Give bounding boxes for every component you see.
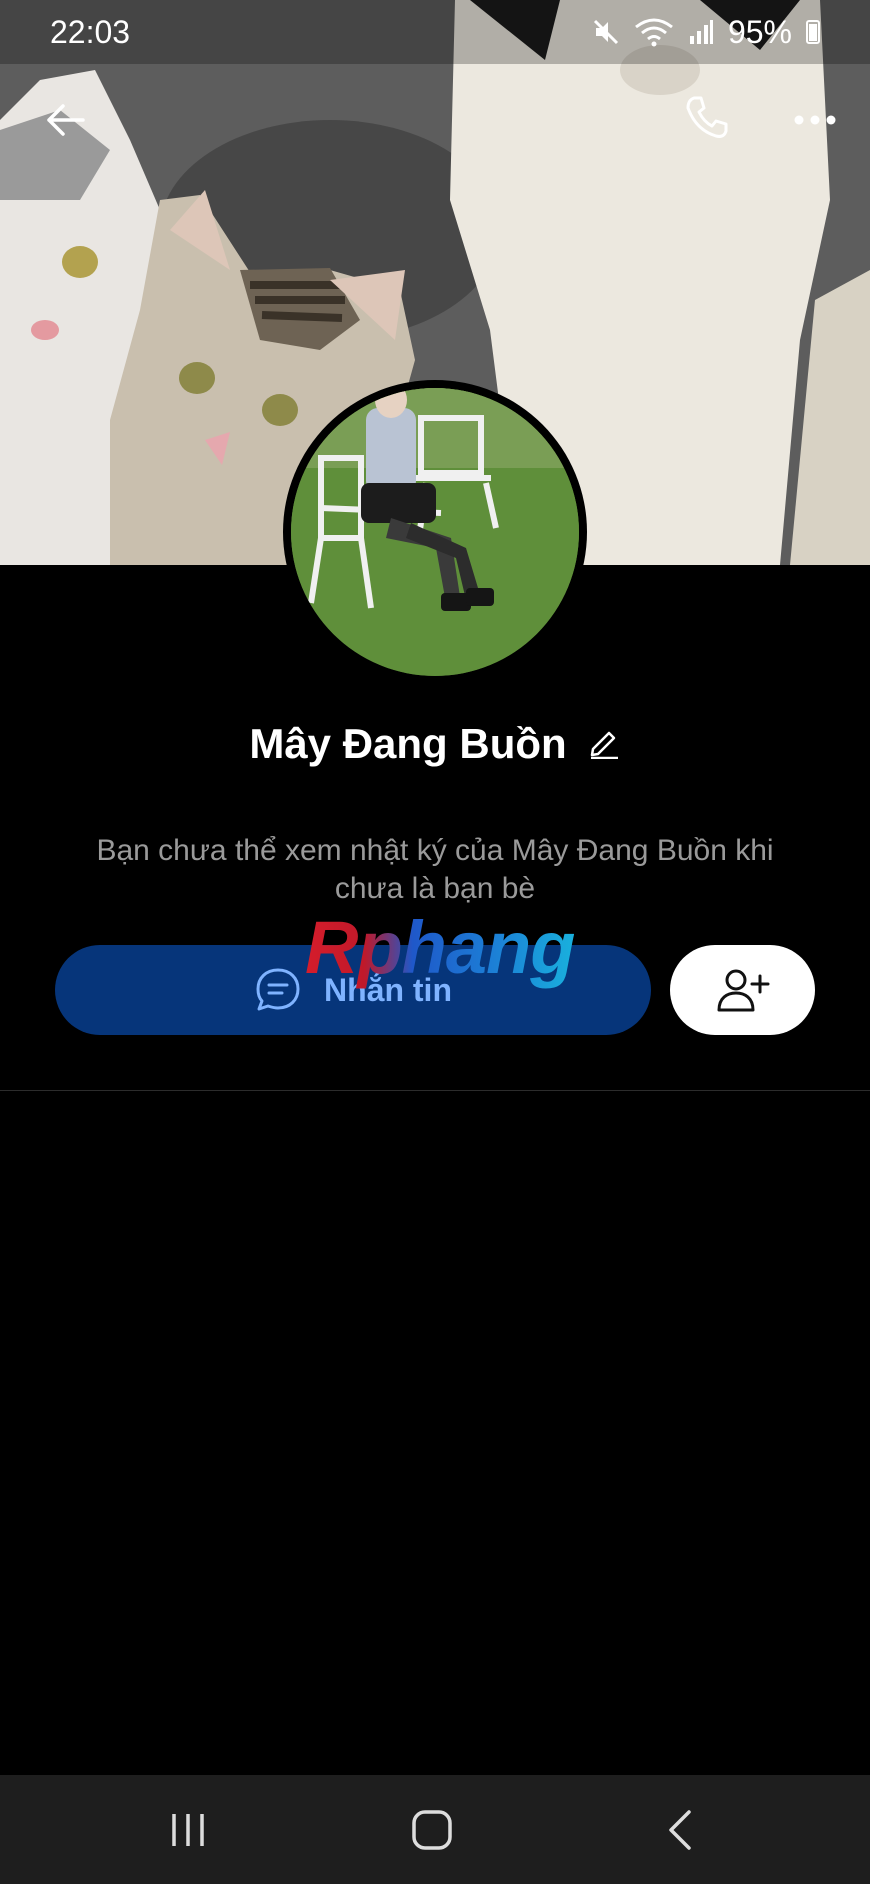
home-button[interactable] xyxy=(392,1775,472,1884)
system-nav-bar xyxy=(0,1775,870,1884)
recents-icon xyxy=(171,1813,204,1846)
chat-bubble-icon xyxy=(256,968,300,1011)
home-icon xyxy=(412,1809,452,1850)
add-user-icon xyxy=(717,969,769,1012)
section-divider xyxy=(0,1090,870,1091)
privacy-notice: Bạn chưa thể xem nhật ký của Mây Đang Bu… xyxy=(96,834,774,905)
status-icons: 95% xyxy=(592,14,820,51)
edit-name-button[interactable] xyxy=(587,725,621,764)
profile-name: Mây Đang Buồn xyxy=(249,720,567,767)
watermark-logo: Rphang xyxy=(305,906,575,989)
profile-name-row: Mây Đang Buồn xyxy=(0,720,870,768)
wifi-icon xyxy=(635,18,673,47)
avatar[interactable] xyxy=(283,380,587,684)
back-icon xyxy=(669,1809,691,1850)
mute-icon xyxy=(593,19,619,45)
battery-percent: 95% xyxy=(727,13,792,50)
more-icon xyxy=(794,115,836,125)
pencil-icon xyxy=(590,731,618,759)
phone-icon xyxy=(686,96,728,138)
battery-icon xyxy=(806,20,820,44)
avatar-illustration xyxy=(291,388,579,676)
status-bar: 22:03 95% xyxy=(0,0,870,64)
call-button[interactable] xyxy=(682,92,732,142)
status-time: 22:03 xyxy=(50,13,131,50)
nav-back-button[interactable] xyxy=(650,1775,710,1884)
signal-icon xyxy=(689,20,713,44)
add-friend-button[interactable] xyxy=(670,945,815,1035)
back-arrow-icon xyxy=(47,104,85,136)
recents-button[interactable] xyxy=(150,1775,225,1884)
more-button[interactable] xyxy=(790,95,840,145)
back-button[interactable] xyxy=(40,95,90,145)
avatar-photo xyxy=(291,388,579,676)
